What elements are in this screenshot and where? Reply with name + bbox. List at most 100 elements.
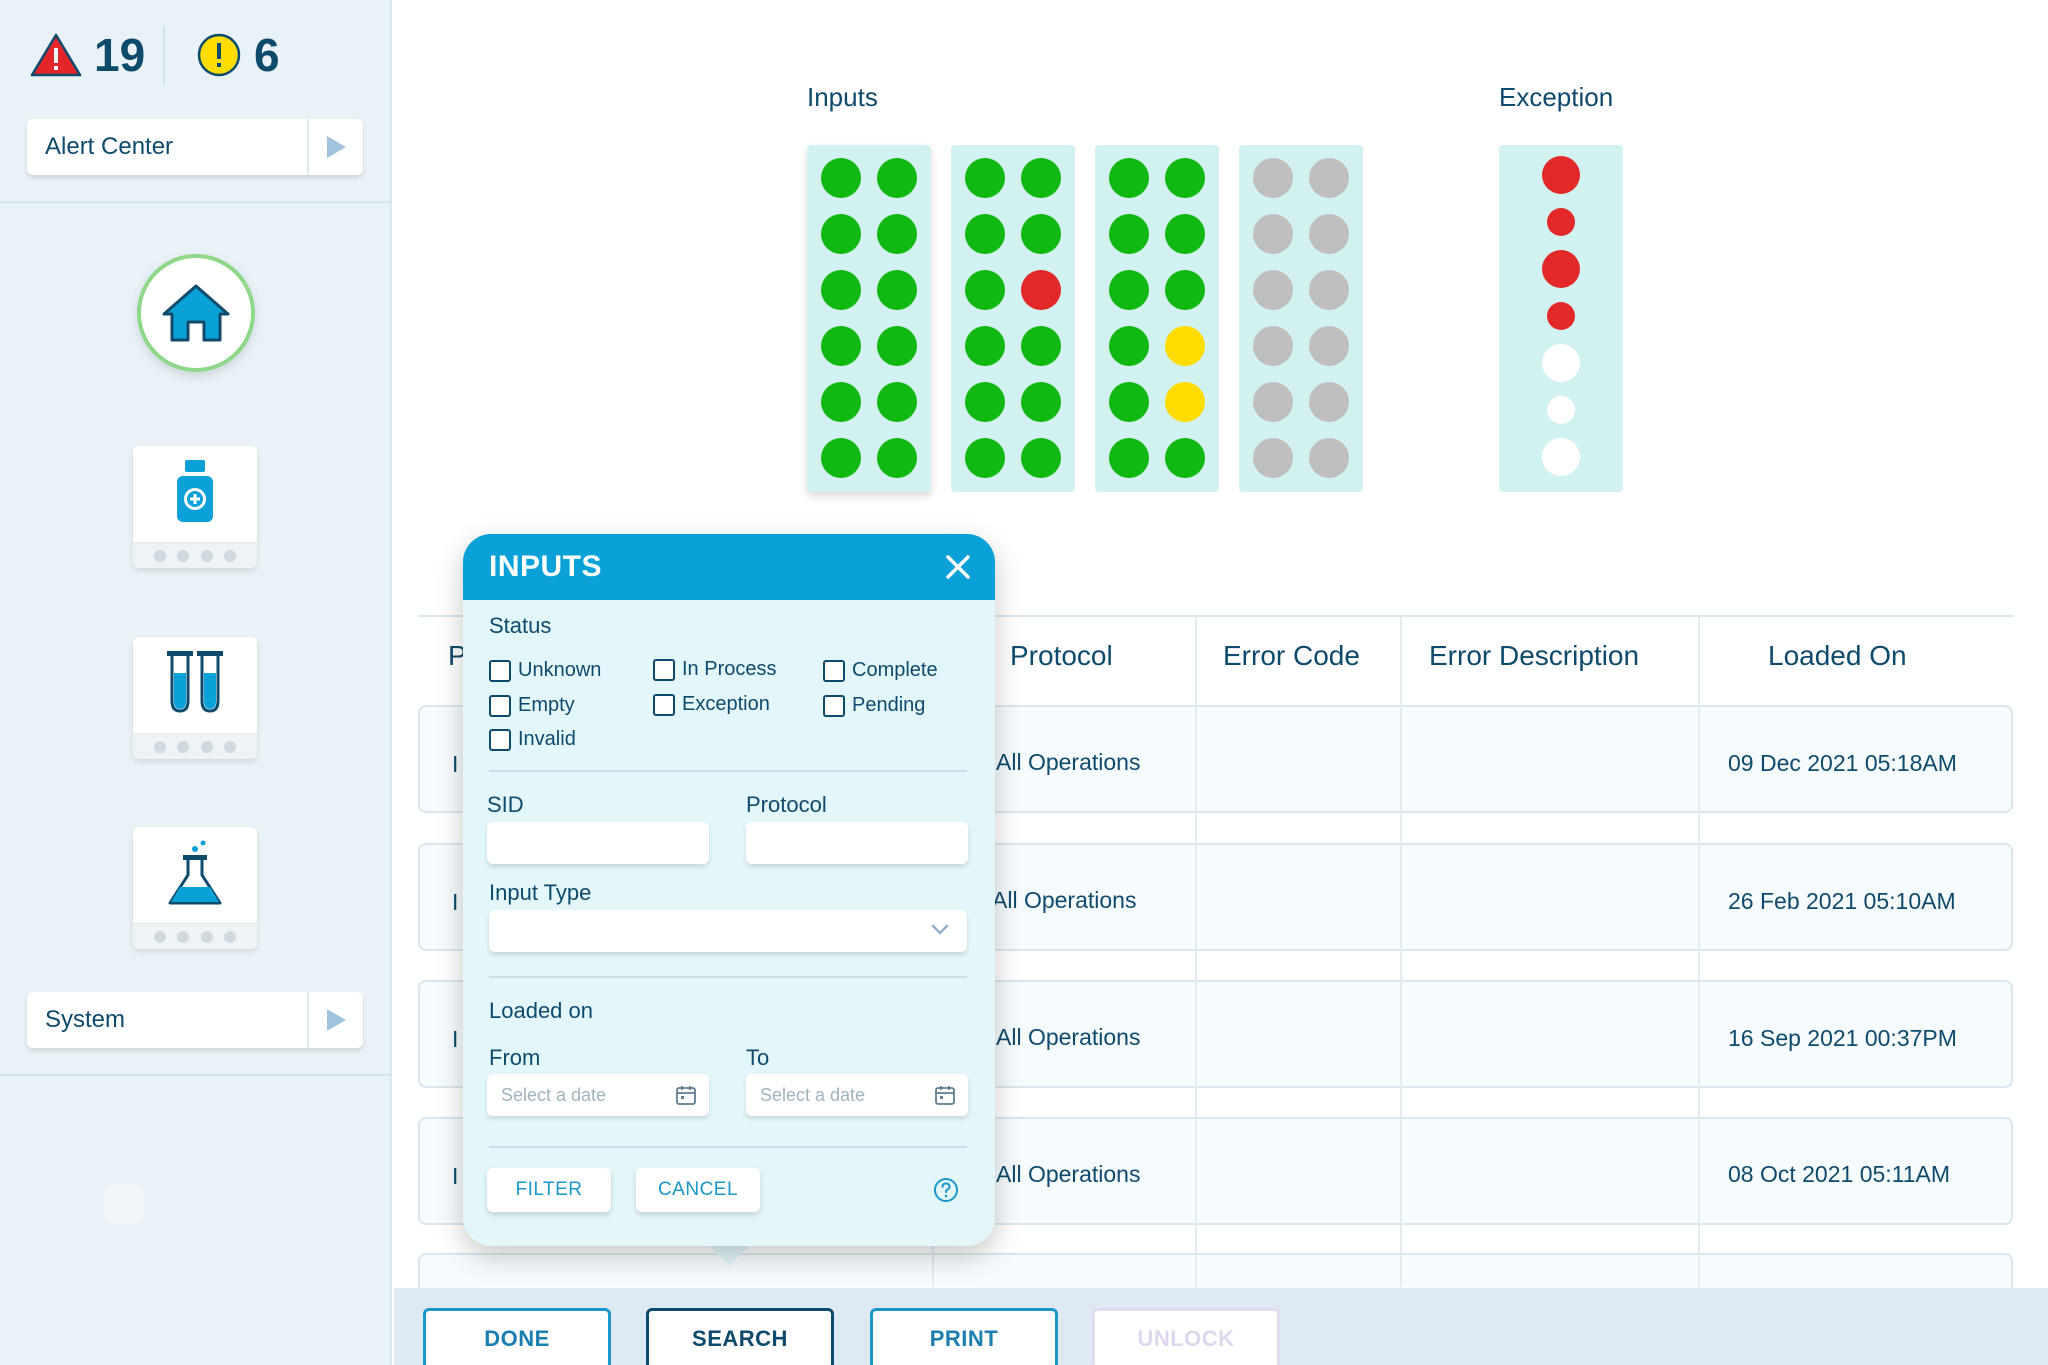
- protocol-input[interactable]: [746, 822, 968, 864]
- rack-well[interactable]: [877, 382, 917, 422]
- rack-well[interactable]: [821, 326, 861, 366]
- test-tubes-tile[interactable]: [133, 637, 257, 759]
- done-button[interactable]: DONE: [423, 1308, 611, 1365]
- rack-well[interactable]: [1109, 270, 1149, 310]
- rack-well[interactable]: [821, 214, 861, 254]
- input-rack-1[interactable]: [807, 145, 931, 492]
- exception-well[interactable]: [1542, 344, 1580, 382]
- rack-well[interactable]: [1165, 382, 1205, 422]
- rack-well[interactable]: [1165, 326, 1205, 366]
- header-protocol[interactable]: Protocol: [1010, 640, 1113, 672]
- exception-well[interactable]: [1542, 156, 1580, 194]
- exception-rack[interactable]: [1499, 145, 1623, 492]
- counter-divider: [163, 26, 165, 84]
- rack-well[interactable]: [1165, 158, 1205, 198]
- alert-center-button[interactable]: Alert Center: [27, 119, 363, 175]
- home-icon: [162, 284, 230, 342]
- input-rack-4[interactable]: [1239, 145, 1363, 492]
- rack-well[interactable]: [1165, 270, 1205, 310]
- rack-well[interactable]: [965, 158, 1005, 198]
- header-error-code[interactable]: Error Code: [1223, 640, 1360, 672]
- system-label: System: [45, 1006, 126, 1033]
- calendar-icon: [676, 1086, 696, 1105]
- rack-well[interactable]: [1253, 382, 1293, 422]
- rack-well[interactable]: [965, 270, 1005, 310]
- checkbox-label: Pending: [852, 694, 926, 716]
- rack-well[interactable]: [1109, 214, 1149, 254]
- rack-well[interactable]: [821, 438, 861, 478]
- input-rack-2[interactable]: [951, 145, 1075, 492]
- rack-well[interactable]: [1021, 270, 1061, 310]
- error-counter[interactable]: 19: [30, 28, 145, 82]
- help-icon[interactable]: [933, 1177, 959, 1203]
- exception-well[interactable]: [1547, 208, 1575, 236]
- rack-well[interactable]: [1253, 438, 1293, 478]
- lab-flask-tile[interactable]: [133, 827, 257, 949]
- rack-well[interactable]: [965, 382, 1005, 422]
- status-complete-checkbox[interactable]: Complete: [823, 659, 938, 682]
- exception-well[interactable]: [1542, 250, 1580, 288]
- status-unknown-checkbox[interactable]: Unknown: [489, 659, 601, 682]
- unlock-button[interactable]: UNLOCK: [1092, 1308, 1280, 1365]
- rack-well[interactable]: [1309, 270, 1349, 310]
- rack-well[interactable]: [877, 270, 917, 310]
- rack-well[interactable]: [1309, 326, 1349, 366]
- sid-input[interactable]: [487, 822, 709, 864]
- rack-well[interactable]: [1109, 382, 1149, 422]
- status-invalid-checkbox[interactable]: Invalid: [489, 728, 576, 751]
- header-error-description[interactable]: Error Description: [1429, 640, 1639, 672]
- rack-well[interactable]: [965, 326, 1005, 366]
- from-date-input[interactable]: Select a date: [487, 1074, 709, 1116]
- input-type-select[interactable]: [489, 910, 967, 952]
- input-type-label: Input Type: [489, 880, 592, 905]
- rack-well[interactable]: [1165, 214, 1205, 254]
- header-loaded-on[interactable]: Loaded On: [1768, 640, 1907, 672]
- rack-well[interactable]: [1253, 214, 1293, 254]
- rack-well[interactable]: [1021, 438, 1061, 478]
- rack-well[interactable]: [1021, 326, 1061, 366]
- rack-well[interactable]: [1253, 326, 1293, 366]
- exception-well[interactable]: [1547, 302, 1575, 330]
- rack-well[interactable]: [1021, 382, 1061, 422]
- rack-well[interactable]: [965, 438, 1005, 478]
- rack-well[interactable]: [965, 214, 1005, 254]
- to-date-input[interactable]: Select a date: [746, 1074, 968, 1116]
- system-button[interactable]: System: [27, 992, 363, 1048]
- cancel-button[interactable]: CANCEL: [636, 1168, 760, 1212]
- modal-title: INPUTS: [489, 550, 603, 583]
- rack-well[interactable]: [1309, 382, 1349, 422]
- rack-well[interactable]: [1253, 158, 1293, 198]
- rack-well[interactable]: [1109, 438, 1149, 478]
- rack-well[interactable]: [877, 214, 917, 254]
- filter-button[interactable]: FILTER: [487, 1168, 611, 1212]
- status-pending-checkbox[interactable]: Pending: [823, 694, 925, 717]
- rack-well[interactable]: [877, 438, 917, 478]
- close-icon[interactable]: [943, 552, 973, 582]
- rack-well[interactable]: [821, 158, 861, 198]
- rack-well[interactable]: [1253, 270, 1293, 310]
- medicine-tile[interactable]: [133, 446, 257, 568]
- rack-well[interactable]: [877, 326, 917, 366]
- status-empty-checkbox[interactable]: Empty: [489, 694, 575, 717]
- modal-divider: [489, 770, 967, 772]
- home-button[interactable]: [137, 254, 255, 372]
- rack-well[interactable]: [821, 270, 861, 310]
- rack-well[interactable]: [877, 158, 917, 198]
- print-button[interactable]: PRINT: [870, 1308, 1058, 1365]
- rack-well[interactable]: [1021, 214, 1061, 254]
- rack-well[interactable]: [821, 382, 861, 422]
- rack-well[interactable]: [1021, 158, 1061, 198]
- exception-well[interactable]: [1547, 396, 1575, 424]
- status-exception-checkbox[interactable]: Exception: [653, 693, 770, 716]
- input-rack-3[interactable]: [1095, 145, 1219, 492]
- warning-counter[interactable]: 6: [196, 28, 280, 82]
- rack-well[interactable]: [1309, 214, 1349, 254]
- rack-well[interactable]: [1309, 438, 1349, 478]
- search-button[interactable]: SEARCH: [646, 1308, 834, 1365]
- status-in-process-checkbox[interactable]: In Process: [653, 658, 776, 681]
- rack-well[interactable]: [1109, 326, 1149, 366]
- rack-well[interactable]: [1309, 158, 1349, 198]
- rack-well[interactable]: [1109, 158, 1149, 198]
- exception-well[interactable]: [1542, 438, 1580, 476]
- rack-well[interactable]: [1165, 438, 1205, 478]
